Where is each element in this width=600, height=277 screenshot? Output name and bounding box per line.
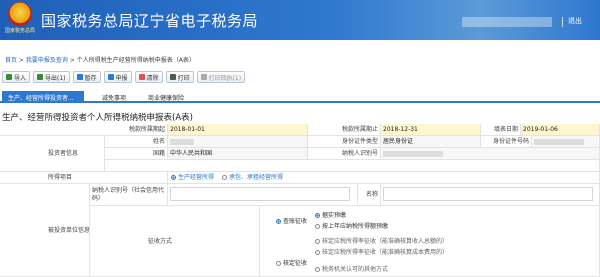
id-number-field[interactable] xyxy=(532,136,600,148)
tab-health-insurance[interactable]: 商业健康保险 xyxy=(142,91,190,103)
tab-relief-items[interactable]: 减免事项 xyxy=(96,91,132,103)
declaration-form: 税款所属期起 2018-01-01 税款所属期止 2018-12-31 填表日期… xyxy=(0,124,600,277)
breadcrumb-home[interactable]: 首页 xyxy=(5,57,17,64)
contract-income-label: 承包、承租经营所得 xyxy=(228,174,283,181)
export-button[interactable]: 导出(1) xyxy=(33,71,70,83)
id-type-label: 身份证件类型 xyxy=(308,136,381,148)
levy-audit-option: 查账征收 xyxy=(276,216,307,225)
nationality-label: 国籍 xyxy=(105,148,168,160)
header-divider xyxy=(562,17,563,27)
radio-contract-income[interactable] xyxy=(221,175,227,180)
investor-info-label: 投资者信息 xyxy=(0,136,105,172)
emblem-icon xyxy=(8,2,32,26)
save-icon xyxy=(76,74,83,80)
unit-taxpayer-code-input[interactable] xyxy=(170,187,350,201)
tax-bureau-logo: 国家税务总局 xyxy=(5,2,36,38)
production-income-label: 生产经营所得 xyxy=(178,174,215,181)
levy-sub-option: 据实预缴 xyxy=(315,210,346,219)
export-icon xyxy=(37,74,44,80)
submit-icon xyxy=(107,74,114,80)
period-start-field[interactable]: 2018-01-01 xyxy=(168,124,308,136)
period-end-field[interactable]: 2018-12-31 xyxy=(381,124,481,136)
fill-date-field[interactable]: 2019-01-06 xyxy=(521,124,600,136)
radio-other-method[interactable] xyxy=(315,267,320,272)
user-info-blurred xyxy=(462,17,552,27)
top-header: 国家税务总局 国家税务总局辽宁省电子税务局 退出 xyxy=(0,0,600,40)
period-start-label: 税款所属期起 xyxy=(0,124,168,136)
print-receipt-button[interactable]: 打印回执(1) xyxy=(196,71,246,83)
levy-sub-option: 核定应税所得率征收（能准确核算成本费用的） xyxy=(315,247,448,256)
breadcrumb-separator: > xyxy=(17,57,26,64)
clear-button[interactable]: 清除 xyxy=(134,71,163,83)
taxpayer-id-blurred xyxy=(383,150,443,157)
radio-levy-approved[interactable] xyxy=(276,261,281,266)
breadcrumb-current: 个人所得税生产经营所得纳税申报表（A表） xyxy=(76,57,195,64)
name-blurred xyxy=(170,138,194,145)
breadcrumb-separator: > xyxy=(67,57,77,64)
name-label: 姓名 xyxy=(105,136,168,148)
unit-taxpayer-code-label: 纳税人识别号（社会信用代码） xyxy=(90,184,168,206)
fill-date-label: 填表日期 xyxy=(481,124,521,136)
breadcrumb: 首页 > 我要申报及查询 > 个人所得税生产经营所得纳税申报表（A表） xyxy=(5,55,195,64)
site-title: 国家税务总局辽宁省电子税务局 xyxy=(41,12,259,30)
radio-production-income[interactable] xyxy=(171,175,176,180)
income-item-options: 生产经营所得 承包、承租经营所得 xyxy=(168,172,600,184)
unit-name-label: 名称 xyxy=(358,184,381,206)
form-tabs: 生产、经营所得投资者... 减免事项 商业健康保险 xyxy=(0,90,600,103)
breadcrumb-declare-query[interactable]: 我要申报及查询 xyxy=(26,57,68,64)
name-field[interactable] xyxy=(168,136,308,148)
nationality-field[interactable]: 中华人民共和国 xyxy=(168,148,308,160)
print-button[interactable]: 打印 xyxy=(165,71,194,83)
receipt-icon xyxy=(200,74,207,80)
id-type-field[interactable]: 居民身份证 xyxy=(381,136,481,148)
save-draft-button[interactable]: 暂存 xyxy=(72,71,101,83)
invested-unit-label: 被投资单位信息 xyxy=(0,184,90,277)
form-title: 生产、经营所得投资者个人所得税纳税申报表(A表) xyxy=(2,113,193,123)
taxpayer-id-field[interactable] xyxy=(381,148,600,160)
radio-levy-audit[interactable] xyxy=(276,219,281,224)
radio-approved-cost-rate[interactable] xyxy=(315,250,320,255)
radio-approved-income-rate[interactable] xyxy=(315,239,320,244)
levy-method-label: 征收方式 xyxy=(90,206,260,277)
logo-text: 国家税务总局 xyxy=(5,28,36,34)
tab-investor-declaration[interactable]: 生产、经营所得投资者... xyxy=(2,91,84,103)
import-icon xyxy=(6,74,12,80)
income-item-label: 所得项目 xyxy=(0,172,168,184)
radio-last-year-prepay[interactable] xyxy=(315,224,320,229)
levy-sub-option: 按上年应纳税所得额预缴 xyxy=(315,221,388,230)
logout-link[interactable]: 退出 xyxy=(568,16,582,26)
id-number-label: 身份证件号码 xyxy=(481,136,532,148)
levy-sub-option: 核定应税所得率征收（能准确核算收入总额的） xyxy=(315,236,448,245)
unit-name-input[interactable] xyxy=(383,187,593,201)
levy-sub-option: 税务机关认可的其他方式 xyxy=(315,264,388,273)
toolbar: 导入 导出(1) 暂存 申报 清除 打印 打印回执(1) xyxy=(2,71,248,85)
taxpayer-id-label: 纳税人识别号 xyxy=(308,148,381,160)
submit-declaration-button[interactable]: 申报 xyxy=(103,71,132,83)
import-button[interactable]: 导入 xyxy=(2,71,31,83)
radio-actual-prepay[interactable] xyxy=(315,213,320,218)
id-number-blurred xyxy=(534,138,584,145)
period-end-label: 税款所属期止 xyxy=(308,124,381,136)
print-icon xyxy=(169,74,176,80)
investor-spacer-row xyxy=(105,160,600,172)
levy-approved-option: 核定征收 xyxy=(276,258,307,267)
clear-icon xyxy=(138,74,145,80)
